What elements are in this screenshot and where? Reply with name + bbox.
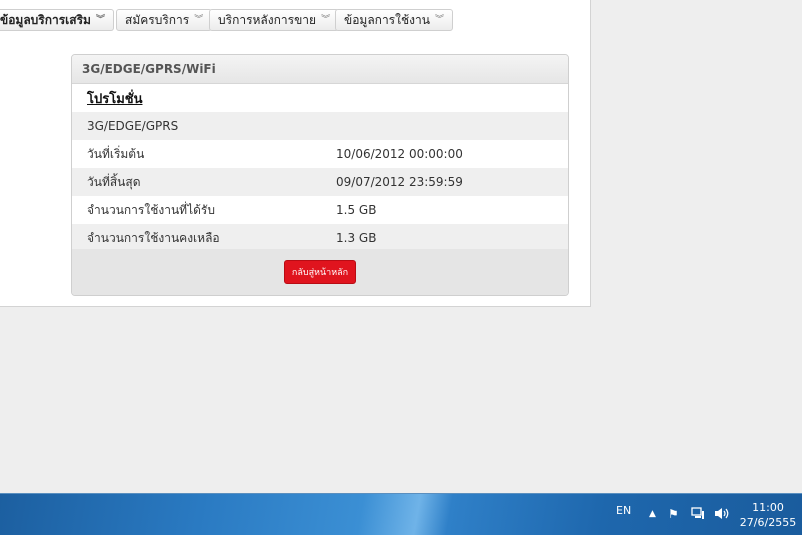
network-icon[interactable] — [691, 507, 705, 523]
table-row: วันที่สิ้นสุด 09/07/2012 23:59:59 — [72, 168, 568, 196]
package-row: 3G/EDGE/GPRS — [72, 112, 568, 140]
back-to-home-button[interactable]: กลับสู่หน้าหลัก — [283, 260, 357, 284]
promo-row: โปรโมชั่น — [72, 84, 568, 112]
nav-subscribe[interactable]: สมัครบริการ ︾ — [116, 9, 213, 31]
table-row: จำนวนการใช้งานที่ได้รับ 1.5 GB — [72, 196, 568, 224]
row-value: 1.3 GB — [336, 231, 377, 245]
row-label: วันที่สิ้นสุด — [87, 174, 141, 189]
chevron-double-down-icon: ︾ — [95, 14, 105, 25]
nav-label: สมัครบริการ — [125, 12, 190, 27]
nav-addon-info[interactable]: ข้อมูลบริการเสริม ︾ — [0, 9, 114, 31]
usage-card: 3G/EDGE/GPRS/WiFi โปรโมชั่น 3G/EDGE/GPRS… — [71, 54, 569, 296]
row-value: 1.5 GB — [336, 203, 377, 217]
nav-label: บริการหลังการขาย — [218, 12, 317, 27]
package-name: 3G/EDGE/GPRS — [87, 119, 179, 133]
chevron-double-down-icon: ︾ — [194, 14, 204, 25]
table-row: วันที่เริ่มต้น 10/06/2012 00:00:00 — [72, 140, 568, 168]
promo-label: โปรโมชั่น — [87, 91, 143, 107]
row-label: วันที่เริ่มต้น — [87, 146, 145, 161]
nav-label: ข้อมูลการใช้งาน — [344, 12, 430, 27]
row-label: จำนวนการใช้งานคงเหลือ — [87, 230, 220, 245]
row-value: 10/06/2012 00:00:00 — [336, 147, 463, 161]
row-value: 09/07/2012 23:59:59 — [336, 175, 463, 189]
table-row: จำนวนการใช้งานคงเหลือ 1.3 GB — [72, 224, 568, 252]
card-footer: กลับสู่หน้าหลัก — [72, 249, 568, 295]
clock-date: 27/6/2555 — [739, 516, 797, 529]
clock[interactable]: 11:00 27/6/2555 — [738, 500, 798, 530]
browser-page: ข้อมูลบริการเสริม ︾ สมัครบริการ ︾ บริการ… — [0, 0, 591, 307]
row-label: จำนวนการใช้งานที่ได้รับ — [87, 202, 215, 217]
taskbar: EN ▲ ⚑ 11:00 27/6/2555 — [0, 493, 802, 535]
nav-label: ข้อมูลบริการเสริม — [0, 12, 91, 27]
flag-icon[interactable]: ⚑ — [668, 507, 679, 521]
speaker-icon[interactable] — [714, 507, 730, 523]
chevron-double-down-icon: ︾ — [321, 14, 331, 25]
up-arrow-icon[interactable]: ▲ — [649, 509, 656, 519]
card-title: 3G/EDGE/GPRS/WiFi — [72, 55, 568, 84]
nav-after-sales[interactable]: บริการหลังการขาย ︾ — [209, 9, 340, 31]
language-indicator[interactable]: EN — [616, 504, 631, 517]
nav-usage-info[interactable]: ข้อมูลการใช้งาน ︾ — [335, 9, 453, 31]
chevron-double-down-icon: ︾ — [434, 14, 444, 25]
clock-time: 11:00 — [752, 501, 784, 514]
